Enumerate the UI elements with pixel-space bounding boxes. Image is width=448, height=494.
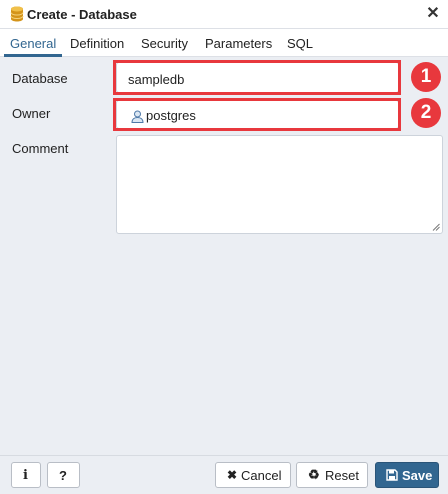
dialog-footer: i ? ✖ Cancel ♻ Reset Save — [0, 455, 448, 494]
dialog-title: Create - Database — [27, 7, 137, 22]
save-button[interactable]: Save — [375, 462, 439, 488]
info-button[interactable]: i — [11, 462, 41, 488]
comment-textarea[interactable] — [116, 135, 443, 234]
reset-label: Reset — [325, 468, 359, 483]
reset-button[interactable]: ♻ Reset — [296, 462, 368, 488]
active-tab-indicator — [4, 54, 62, 57]
owner-label: Owner — [12, 106, 51, 121]
annotation-badge-2: 2 — [411, 98, 441, 128]
database-name-input[interactable]: sampledb — [116, 62, 399, 93]
tab-general[interactable]: General — [10, 36, 56, 51]
annotation-badge-1: 1 — [411, 62, 441, 92]
recycle-icon: ♻ — [308, 467, 320, 482]
user-icon — [131, 110, 144, 123]
info-icon: i — [23, 468, 28, 483]
tab-sql[interactable]: SQL — [287, 36, 313, 51]
tab-definition[interactable]: Definition — [70, 36, 124, 51]
close-icon[interactable]: ✕ — [424, 4, 442, 24]
tab-security[interactable]: Security — [141, 36, 188, 51]
tab-bar: General Definition Security Parameters S… — [0, 29, 448, 57]
owner-select[interactable]: postgres — [116, 100, 399, 129]
cancel-button[interactable]: ✖ Cancel — [215, 462, 291, 488]
owner-value: postgres — [146, 108, 196, 123]
database-label: Database — [12, 71, 68, 86]
tab-parameters[interactable]: Parameters — [205, 36, 272, 51]
database-icon — [10, 6, 24, 22]
cancel-label: Cancel — [241, 468, 282, 483]
save-label: Save — [402, 468, 433, 483]
database-name-value: sampledb — [128, 72, 185, 87]
close-x-icon: ✖ — [227, 468, 238, 482]
help-button[interactable]: ? — [47, 462, 80, 488]
comment-label: Comment — [12, 141, 69, 156]
resize-grip-icon[interactable] — [432, 223, 440, 231]
save-icon — [386, 469, 398, 481]
dialog-title-bar: Create - Database ✕ — [0, 0, 448, 29]
help-icon: ? — [59, 468, 67, 483]
